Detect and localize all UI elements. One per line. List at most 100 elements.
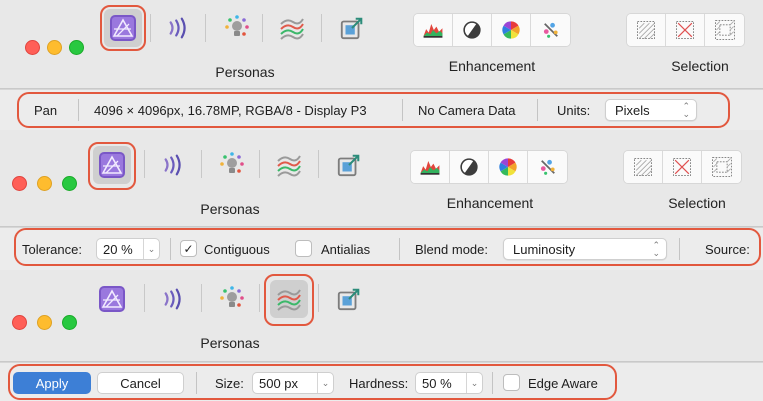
chevron-down-icon[interactable]: ⌄	[143, 239, 159, 259]
toolbar: Personas Enhancement Selection	[0, 0, 763, 89]
size-value: 500 px	[259, 375, 299, 391]
zoom-window-button[interactable]	[69, 40, 84, 55]
chevron-down-icon[interactable]: ⌄	[466, 373, 482, 393]
color-balance-button[interactable]	[492, 14, 531, 46]
toolbar: Personas Enhancement Selection	[0, 130, 763, 227]
contrast-button[interactable]	[453, 14, 492, 46]
invert-selection-icon	[710, 155, 734, 179]
liquify-persona-icon	[161, 152, 187, 178]
units-value: Pixels	[615, 102, 650, 118]
levels-button[interactable]	[411, 151, 450, 183]
color-balance-button[interactable]	[489, 151, 528, 183]
enhancement-group-label: Enhancement	[448, 58, 536, 74]
auto-enhance-button[interactable]	[528, 151, 567, 183]
hardness-field[interactable]: 50 % ⌄	[415, 372, 483, 394]
photo-persona-button[interactable]	[104, 9, 142, 47]
toolbar-separator	[201, 284, 202, 312]
tone-mapping-persona-icon	[278, 14, 306, 42]
apply-button[interactable]: Apply	[13, 372, 91, 394]
contrast-icon	[461, 19, 483, 41]
zoom-window-button[interactable]	[62, 176, 77, 191]
zoom-window-button[interactable]	[62, 315, 77, 330]
liquify-persona-button[interactable]	[160, 9, 198, 47]
units-select[interactable]: Pixels ⌃ ⌄	[605, 99, 697, 121]
export-persona-button[interactable]	[333, 9, 371, 47]
contrast-button[interactable]	[450, 151, 489, 183]
photo-persona-button[interactable]	[93, 146, 131, 184]
size-label: Size:	[215, 376, 244, 391]
liquify-persona-button[interactable]	[155, 146, 193, 184]
chevron-down-icon[interactable]: ⌄	[317, 373, 333, 393]
toolbar-separator	[144, 150, 145, 178]
develop-persona-button[interactable]	[213, 146, 251, 184]
photo-persona-icon	[109, 14, 137, 42]
toolbar-separator	[318, 150, 319, 178]
develop-persona-button[interactable]	[213, 280, 251, 318]
units-label: Units:	[557, 103, 591, 118]
chevron-updown-icon: ⌃ ⌄	[652, 240, 660, 258]
antialias-checkbox[interactable]	[295, 240, 312, 257]
tolerance-value: 20 %	[103, 241, 133, 257]
histogram-icon	[421, 18, 445, 42]
current-tool-label: Pan	[34, 103, 58, 118]
contiguous-checkbox[interactable]: ✓	[180, 240, 197, 257]
develop-persona-icon	[218, 151, 246, 179]
context-toolbar: Tolerance: 20 % ⌄ ✓ Contiguous Antialias…	[0, 227, 763, 270]
tone-mapping-persona-button[interactable]	[273, 9, 311, 47]
toolbar-separator	[318, 284, 319, 312]
levels-button[interactable]	[414, 14, 453, 46]
tolerance-label: Tolerance:	[22, 242, 82, 257]
select-all-button[interactable]	[627, 14, 666, 46]
source-label: Source:	[705, 242, 750, 257]
minimize-window-button[interactable]	[37, 176, 52, 191]
context-toolbar: Pan 4096 × 4096px, 16.78MP, RGBA/8 - Dis…	[0, 89, 763, 130]
select-all-button[interactable]	[624, 151, 663, 183]
blend-mode-select[interactable]: Luminosity ⌃ ⌄	[503, 238, 667, 260]
close-window-button[interactable]	[12, 315, 27, 330]
panel-photo-pan: Personas Enhancement Selection Pan 4096 …	[0, 0, 763, 130]
liquify-persona-icon	[161, 286, 187, 312]
invert-selection-button[interactable]	[705, 14, 744, 46]
close-window-button[interactable]	[25, 40, 40, 55]
develop-persona-button[interactable]	[218, 9, 256, 47]
tolerance-field[interactable]: 20 % ⌄	[96, 238, 160, 260]
panel-flood-select: Personas Enhancement Selection Tolerance…	[0, 130, 763, 270]
minimize-window-button[interactable]	[37, 315, 52, 330]
auto-enhance-button[interactable]	[531, 14, 570, 46]
toolbar-separator	[262, 14, 263, 42]
photo-persona-icon	[98, 151, 126, 179]
edge-aware-checkbox[interactable]	[503, 374, 520, 391]
antialias-label: Antialias	[321, 242, 371, 257]
deselect-button[interactable]	[666, 14, 705, 46]
photo-persona-button[interactable]	[93, 280, 131, 318]
toolbar-separator	[205, 14, 206, 42]
toolbar-separator	[321, 14, 322, 42]
hardness-value: 50 %	[422, 375, 452, 391]
selection-group-label: Selection	[668, 195, 726, 211]
tone-mapping-persona-button[interactable]	[270, 146, 308, 184]
document-info-label: 4096 × 4096px, 16.78MP, RGBA/8 - Display…	[94, 103, 367, 118]
context-separator	[78, 99, 79, 121]
contiguous-label: Contiguous	[204, 242, 270, 257]
invert-selection-icon	[713, 18, 737, 42]
deselect-button[interactable]	[663, 151, 702, 183]
context-separator	[537, 99, 538, 121]
chevron-updown-icon: ⌃ ⌄	[682, 101, 690, 119]
export-persona-button[interactable]	[330, 146, 368, 184]
selection-group	[626, 13, 745, 47]
liquify-persona-button[interactable]	[155, 280, 193, 318]
toolbar-separator	[150, 14, 151, 42]
size-field[interactable]: 500 px ⌄	[252, 372, 334, 394]
context-separator	[399, 238, 400, 260]
export-persona-icon	[336, 286, 362, 312]
edge-aware-label: Edge Aware	[528, 376, 598, 391]
cancel-button[interactable]: Cancel	[97, 372, 184, 394]
context-separator	[402, 99, 403, 121]
toolbar-separator	[259, 150, 260, 178]
tone-mapping-persona-button[interactable]	[270, 280, 308, 318]
close-window-button[interactable]	[12, 176, 27, 191]
export-persona-button[interactable]	[330, 280, 368, 318]
invert-selection-button[interactable]	[702, 151, 741, 183]
liquify-persona-icon	[166, 15, 192, 41]
minimize-window-button[interactable]	[47, 40, 62, 55]
